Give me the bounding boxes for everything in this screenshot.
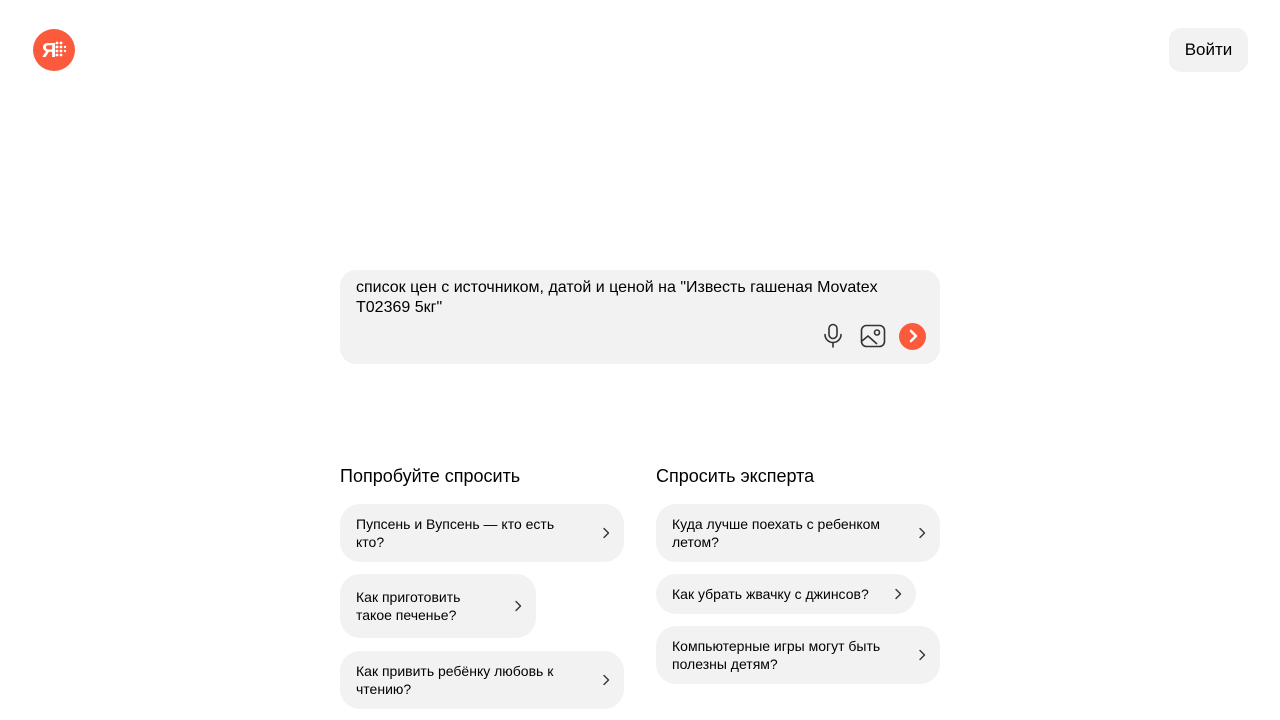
yandex-logo-icon[interactable]: Я [33, 29, 75, 71]
chip-label: Компьютерные игры могут быть полезны дет… [672, 638, 881, 672]
try-ask-chip[interactable]: Как привить ребёнку любовь к чтению? [340, 651, 624, 709]
chip-label: Как приготовить такое печенье? [356, 589, 461, 623]
login-button[interactable]: Войти [1169, 28, 1248, 72]
svg-text:Я: Я [42, 40, 56, 62]
ask-expert-chip[interactable]: Как убрать жвачку с джинсов? [656, 574, 916, 614]
query-input-text[interactable]: список цен с источником, датой и ценой н… [356, 278, 916, 318]
chevron-right-icon [884, 588, 902, 600]
chevron-right-icon [504, 600, 522, 612]
ask-expert-chip[interactable]: Куда лучше поехать с ребенком летом? [656, 504, 940, 562]
logo-glyph-icon: Я [42, 40, 67, 62]
query-actions [819, 322, 926, 350]
chevron-right-icon [908, 527, 926, 539]
chip-label: Пупсень и Вупсень — кто есть кто? [356, 516, 555, 550]
try-ask-chip[interactable]: Как приготовить такое печенье? [340, 574, 536, 638]
chip-label: Как привить ребёнку любовь к чтению? [356, 663, 554, 697]
page: Я Войти список цен с источником, датой и… [0, 0, 1280, 720]
microphone-icon[interactable] [819, 322, 847, 350]
chip-label: Как убрать жвачку с джинсов? [672, 586, 869, 602]
ask-expert-title: Спросить эксперта [656, 466, 815, 486]
chevron-right-icon [592, 527, 610, 539]
ask-expert-chip[interactable]: Компьютерные игры могут быть полезны дет… [656, 626, 940, 684]
query-input-box[interactable]: список цен с источником, датой и ценой н… [340, 270, 940, 364]
chevron-right-icon [908, 649, 926, 661]
send-arrow-icon[interactable] [899, 322, 926, 350]
chevron-right-icon [592, 674, 610, 686]
image-search-icon[interactable] [859, 322, 887, 350]
try-ask-chip[interactable]: Пупсень и Вупсень — кто есть кто? [340, 504, 624, 562]
try-ask-title: Попробуйте спросить [340, 466, 521, 486]
chip-label: Куда лучше поехать с ребенком летом? [672, 516, 881, 550]
